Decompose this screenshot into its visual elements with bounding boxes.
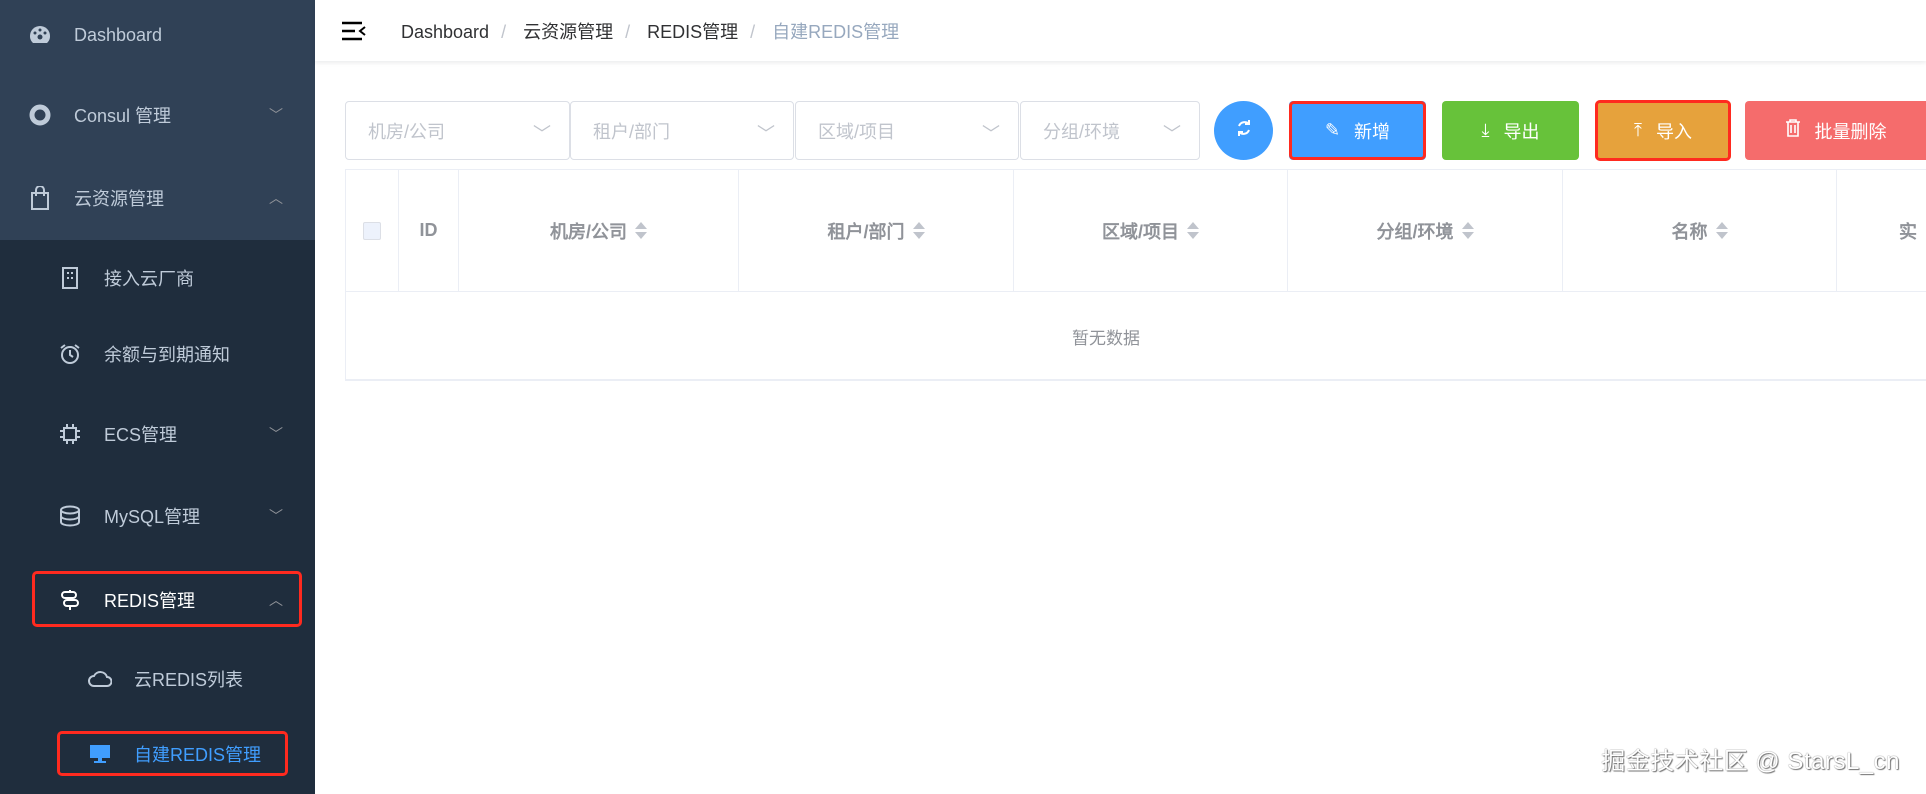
highlight-box (1289, 101, 1426, 160)
cpu-icon (58, 422, 82, 446)
sidebar-item-label: MySQL管理 (104, 507, 201, 527)
select-placeholder: 分组/环境 (1043, 121, 1121, 142)
column-label: 名称 (1671, 221, 1708, 242)
column-header-id: ID (399, 170, 459, 292)
highlight-box (57, 731, 288, 776)
shopping-bag-icon (28, 186, 52, 210)
breadcrumb-item[interactable]: Dashboard (401, 22, 489, 42)
sidebar-item-mysql[interactable]: MySQL管理 ﹀ (0, 481, 315, 551)
chevron-down-icon: ﹀ (1163, 124, 1181, 144)
batch-delete-button[interactable]: 批量删除 (1745, 101, 1926, 160)
redis-table: ID 机房/公司 租户/部门 区域/项目 分组/环境 名称 实 暂无数据 (345, 169, 1926, 381)
download-icon: ⤓ (1481, 120, 1490, 140)
watermark: 掘金技术社区 @ StarsL_cn (1601, 748, 1900, 775)
empty-state-text: 暂无数据 (1072, 328, 1140, 348)
column-header-group[interactable]: 分组/环境 (1288, 170, 1563, 292)
sidebar-item-dashboard[interactable]: Dashboard (0, 0, 315, 70)
sidebar-item-label: 云资源管理 (74, 189, 164, 209)
highlight-box (1595, 100, 1731, 161)
column-header-tenant[interactable]: 租户/部门 (739, 170, 1014, 292)
sidebar-item-balance-expiry[interactable]: 余额与到期通知 (0, 319, 315, 389)
button-label: 导出 (1503, 121, 1540, 142)
select-placeholder: 机房/公司 (368, 121, 446, 142)
refresh-icon (1235, 119, 1253, 142)
sort-icon[interactable] (1715, 222, 1728, 239)
column-label: ID (419, 220, 438, 240)
refresh-button[interactable] (1214, 101, 1273, 160)
select-all-header (346, 170, 399, 292)
tenant-select[interactable]: 租户/部门 ﹀ (570, 101, 794, 160)
sidebar-item-label: 云REDIS列表 (134, 670, 244, 690)
sidebar: Dashboard Consul 管理 ﹀ 云资源管理 ︿ 接入云厂商 余额与到… (0, 0, 315, 794)
group-select[interactable]: 分组/环境 ﹀ (1020, 101, 1200, 160)
column-header-instance[interactable]: 实 (1837, 170, 1926, 292)
breadcrumb-item[interactable]: 云资源管理 (523, 22, 613, 42)
chevron-down-icon: ﹀ (982, 124, 1000, 144)
breadcrumb: Dashboard / 云资源管理 / REDIS管理 / 自建REDIS管理 (401, 21, 900, 42)
column-header-datacenter[interactable]: 机房/公司 (459, 170, 739, 292)
sort-icon[interactable] (1461, 222, 1474, 239)
dashboard-icon (28, 23, 52, 47)
sidebar-item-label: Consul 管理 (74, 106, 172, 126)
trash-icon (1785, 119, 1801, 142)
chevron-down-icon: ﹀ (269, 426, 283, 442)
alarm-clock-icon (58, 342, 82, 366)
chevron-down-icon: ﹀ (269, 107, 283, 123)
chevron-up-icon: ︿ (269, 190, 283, 206)
consul-icon (28, 103, 52, 127)
chevron-down-icon: ﹀ (757, 124, 775, 144)
column-label: 实 (1899, 221, 1917, 242)
sidebar-item-consul[interactable]: Consul 管理 ﹀ (0, 80, 315, 150)
sidebar-item-ecs[interactable]: ECS管理 ﹀ (0, 399, 315, 469)
menu-fold-icon[interactable] (341, 20, 367, 42)
breadcrumb-item[interactable]: REDIS管理 (647, 22, 738, 42)
highlight-box (32, 571, 302, 627)
select-placeholder: 区域/项目 (818, 121, 896, 142)
column-label: 区域/项目 (1101, 221, 1179, 242)
select-placeholder: 租户/部门 (593, 121, 671, 142)
cloud-icon (88, 667, 112, 691)
column-header-region[interactable]: 区域/项目 (1014, 170, 1288, 292)
sidebar-item-label: Dashboard (74, 24, 163, 45)
sidebar-item-cloud-redis-list[interactable]: 云REDIS列表 (0, 644, 315, 714)
datacenter-select[interactable]: 机房/公司 ﹀ (345, 101, 570, 160)
column-label: 机房/公司 (549, 221, 627, 242)
region-select[interactable]: 区域/项目 ﹀ (795, 101, 1019, 160)
select-all-checkbox[interactable] (363, 221, 381, 240)
sort-icon[interactable] (1187, 222, 1199, 239)
database-icon (58, 504, 82, 528)
column-label: 租户/部门 (827, 221, 905, 242)
chevron-down-icon: ﹀ (533, 124, 551, 144)
sidebar-item-cloud-vendors[interactable]: 接入云厂商 (0, 243, 315, 313)
sort-icon[interactable] (635, 222, 647, 239)
column-header-name[interactable]: 名称 (1563, 170, 1837, 292)
chevron-down-icon: ﹀ (269, 508, 283, 524)
top-navbar: Dashboard / 云资源管理 / REDIS管理 / 自建REDIS管理 (315, 0, 1926, 61)
sidebar-item-label: ECS管理 (104, 425, 178, 445)
button-label: 批量删除 (1814, 121, 1887, 142)
export-button[interactable]: ⤓ 导出 (1442, 101, 1579, 160)
building-icon (58, 266, 82, 290)
sidebar-item-label: 接入云厂商 (104, 269, 194, 289)
breadcrumb-current: 自建REDIS管理 (772, 21, 900, 42)
sidebar-item-label: 余额与到期通知 (104, 345, 230, 365)
column-label: 分组/环境 (1376, 221, 1454, 242)
sort-icon[interactable] (912, 222, 925, 239)
sidebar-item-cloud-resources[interactable]: 云资源管理 ︿ (0, 163, 315, 233)
